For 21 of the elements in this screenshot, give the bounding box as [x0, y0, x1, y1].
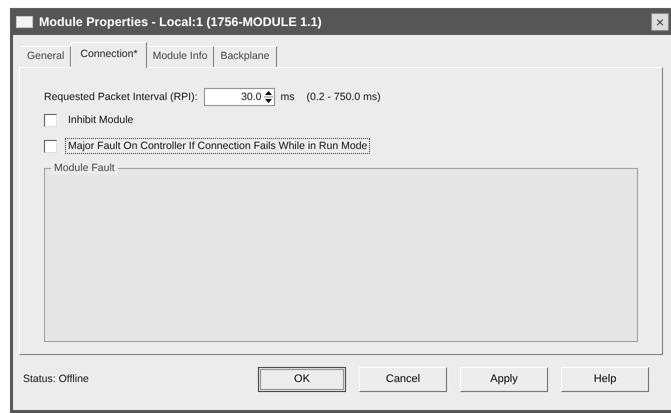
range-label: (0.2 - 750.0 ms) [306, 91, 381, 103]
window-icon [16, 16, 33, 28]
tab[interactable]: Backplane [214, 46, 276, 67]
dialog-button[interactable]: Help [561, 366, 649, 392]
rpi-label: Requested Packet Interval (RPI): [44, 91, 198, 103]
close-button[interactable]: × [651, 12, 669, 30]
tab[interactable]: Module Info [146, 46, 214, 67]
window-title: Module Properties - Local:1 (1756-MODULE 1.1) [39, 14, 323, 28]
status-text: Status: Offline [22, 373, 90, 385]
dialog-button[interactable]: Apply [460, 366, 548, 392]
checkbox[interactable] [44, 140, 57, 152]
unit-label: ms [280, 91, 294, 103]
rpi-field[interactable]: 30.0 [204, 88, 274, 106]
checkbox[interactable] [44, 114, 57, 126]
checkbox-label[interactable]: Major Fault On Controller If Connection Fails While in Run Mode [65, 138, 370, 154]
checkbox-label[interactable]: Inhibit Module [65, 112, 136, 128]
tab[interactable]: Connection* [71, 42, 147, 68]
group-title: Module Fault [51, 162, 118, 174]
dialog-button[interactable]: OK [258, 366, 346, 392]
spinner-arrows-icon[interactable] [264, 89, 272, 105]
dialog-button[interactable]: Cancel [359, 366, 447, 392]
